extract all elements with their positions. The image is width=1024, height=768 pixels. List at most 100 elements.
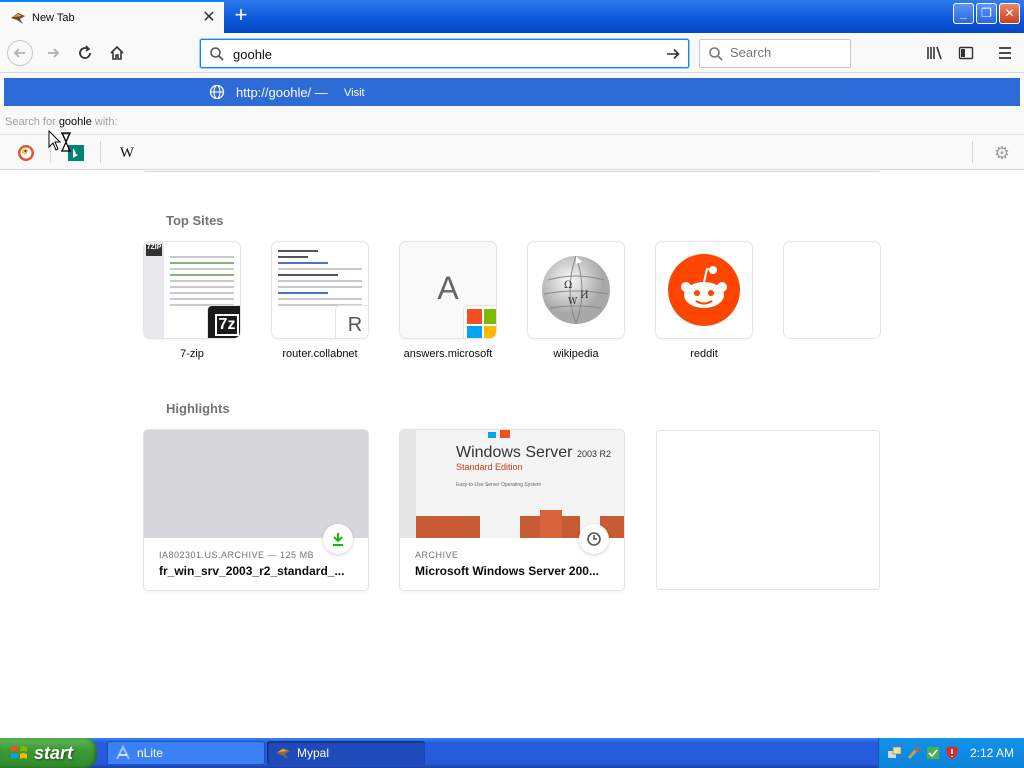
reddit-icon xyxy=(668,254,740,326)
shield-tray-icon[interactable] xyxy=(944,745,960,761)
box-windows-text: Windows Server xyxy=(456,444,573,461)
go-arrow-icon xyxy=(667,48,680,60)
close-window-button[interactable]: ✕ xyxy=(999,3,1020,24)
home-icon xyxy=(110,45,124,60)
top-site-label: reddit xyxy=(690,348,718,360)
svg-text:W: W xyxy=(568,297,578,307)
wikipedia-globe-icon: Ω И W xyxy=(542,255,610,325)
network-tray-icon[interactable] xyxy=(887,745,903,761)
suggestion-action: Visit xyxy=(344,87,365,99)
top-site-thumbnail: 7ZIP 7z xyxy=(144,242,240,338)
page-search-box-edge xyxy=(144,170,880,172)
start-button[interactable]: start xyxy=(0,738,97,768)
globe-icon xyxy=(209,84,225,100)
home-button[interactable] xyxy=(104,41,130,65)
top-site-tile[interactable]: Ω И W wikipedia xyxy=(528,242,624,360)
back-button[interactable] xyxy=(7,40,33,66)
top-site-tile[interactable]: A answers.microsoft xyxy=(400,242,496,360)
box-edition-text: Standard Edition xyxy=(456,462,523,472)
search-for-query: goohle xyxy=(58,116,92,128)
duckduckgo-icon xyxy=(18,145,34,161)
engine-divider xyxy=(972,141,973,163)
title-bar: New Tab ✕ + _ ❐ ✕ xyxy=(0,0,1024,33)
highlight-placeholder xyxy=(656,430,880,590)
search-input[interactable] xyxy=(730,45,840,60)
restore-button[interactable]: ❐ xyxy=(976,3,997,24)
start-label: start xyxy=(34,742,74,763)
top-site-thumbnail: A xyxy=(400,242,496,338)
highlight-context: IA802301.US.ARCHIVE — 125 MB xyxy=(159,550,315,560)
highlight-title: Microsoft Windows Server 200... xyxy=(415,564,599,578)
tab-new-tab[interactable]: New Tab ✕ xyxy=(0,0,224,33)
library-button[interactable] xyxy=(922,41,948,65)
highlights-heading: Highlights xyxy=(166,401,230,416)
history-badge xyxy=(579,524,609,554)
close-tab-icon[interactable]: ✕ xyxy=(200,9,218,27)
suggestion-url: http://goohle/ — xyxy=(236,85,328,100)
window-controls: _ ❐ ✕ xyxy=(953,3,1020,24)
highlight-title: fr_win_srv_2003_r2_standard_... xyxy=(159,564,345,578)
suggestion-separator: — xyxy=(311,85,328,100)
clock: 2:12 AM xyxy=(969,746,1014,760)
minimize-button[interactable]: _ xyxy=(953,3,974,24)
suggestion-row-visit[interactable]: http://goohle/ — Visit xyxy=(4,78,1020,106)
url-bar[interactable] xyxy=(200,39,689,68)
top-site-tile[interactable]: reddit xyxy=(656,242,752,360)
microsoft-logo-icon xyxy=(464,306,496,338)
wikipedia-engine-button[interactable]: W xyxy=(117,143,137,163)
router-collabnet-letter-icon: R xyxy=(336,306,368,338)
mouse-cursor-busy-icon xyxy=(48,130,71,152)
taskbar-item-label: nLite xyxy=(137,746,164,760)
box-tagline-text: Easy-to-Use Server Operating System xyxy=(456,482,542,488)
tab-title: New Tab xyxy=(32,11,75,24)
search-for-prefix: Search for xyxy=(5,116,59,128)
highlight-card[interactable]: IA802301.US.ARCHIVE — 125 MB fr_win_srv_… xyxy=(144,430,368,590)
search-settings-gear-icon[interactable]: ⚙ xyxy=(994,143,1010,164)
new-tab-button[interactable]: + xyxy=(228,4,254,28)
security-tray-icon[interactable] xyxy=(925,745,941,761)
highlight-context: ARCHIVE xyxy=(415,550,459,560)
nav-toolbar xyxy=(0,33,1024,73)
svg-text:И: И xyxy=(580,290,589,301)
back-arrow-icon xyxy=(13,48,25,58)
reload-icon xyxy=(79,45,91,59)
forward-button[interactable] xyxy=(40,41,66,65)
system-tray: 2:12 AM xyxy=(878,738,1024,768)
sidebar-button[interactable] xyxy=(953,41,979,65)
top-site-label: router.collabnet xyxy=(282,348,358,360)
top-site-label: 7-zip xyxy=(180,348,204,360)
tools-tray-icon[interactable] xyxy=(906,745,922,761)
menu-button[interactable] xyxy=(992,41,1018,65)
search-bar[interactable] xyxy=(699,39,851,68)
top-site-tile[interactable]: R router.collabnet xyxy=(272,242,368,360)
one-off-search-engines: W ⚙ xyxy=(0,134,1024,170)
mypal-icon xyxy=(276,748,290,759)
search-icon xyxy=(709,47,723,61)
url-input[interactable] xyxy=(233,44,653,64)
windows-taskbar: start nLite Mypal 2:12 AM xyxy=(0,738,1024,768)
library-icon xyxy=(927,46,942,60)
top-site-label: wikipedia xyxy=(553,348,599,360)
box-year-text: 2003 R2 xyxy=(576,449,611,459)
top-site-thumbnail: R xyxy=(272,242,368,338)
svg-text:Ω: Ω xyxy=(564,280,572,291)
top-sites-heading: Top Sites xyxy=(166,213,224,228)
top-site-tile[interactable]: 7ZIP 7z 7-zip xyxy=(144,242,240,360)
url-suggestions-popup: http://goohle/ — Visit Search for goohle… xyxy=(0,74,1024,170)
reload-button[interactable] xyxy=(72,41,98,65)
hamburger-menu-icon xyxy=(999,47,1011,59)
duckduckgo-engine-button[interactable] xyxy=(16,143,36,163)
top-site-tile-empty xyxy=(784,242,880,338)
highlight-image xyxy=(144,430,368,538)
highlight-card[interactable]: Windows Server 2003 R2 Standard Edition … xyxy=(400,430,624,590)
clock-icon xyxy=(587,532,601,546)
forward-arrow-icon xyxy=(48,48,60,58)
download-icon xyxy=(333,533,343,546)
mypal-favicon-icon xyxy=(11,12,25,24)
taskbar-item-mypal[interactable]: Mypal xyxy=(267,741,425,765)
sidebar-icon xyxy=(958,46,974,60)
top-site-placeholder xyxy=(784,242,880,338)
go-button[interactable] xyxy=(662,44,684,64)
top-site-thumbnail xyxy=(656,242,752,338)
taskbar-item-nlite[interactable]: nLite xyxy=(107,741,265,765)
